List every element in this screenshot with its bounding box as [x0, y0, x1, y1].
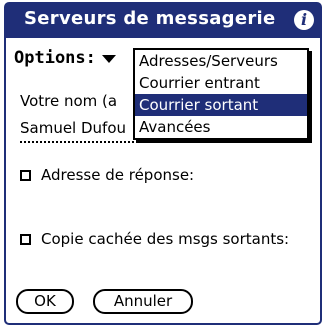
ok-button[interactable]: OK: [16, 289, 74, 314]
options-menu: Adresses/Serveurs Courrier entrant Courr…: [133, 48, 309, 140]
menu-item-adresses-serveurs[interactable]: Adresses/Serveurs: [135, 50, 307, 72]
options-dropdown-trigger[interactable]: Options:: [14, 48, 116, 68]
name-label: Votre nom (a: [20, 92, 118, 110]
cancel-button[interactable]: Annuler: [93, 289, 193, 314]
info-icon[interactable]: i: [294, 10, 314, 30]
menu-item-courrier-entrant[interactable]: Courrier entrant: [135, 72, 307, 94]
menu-item-avancees[interactable]: Avancées: [135, 116, 307, 138]
menu-item-courrier-sortant[interactable]: Courrier sortant: [135, 94, 307, 116]
options-label: Options:: [14, 48, 96, 68]
reply-address-checkbox[interactable]: [20, 169, 31, 181]
dialog-title: Serveurs de messagerie: [24, 8, 276, 29]
dropdown-triangle-icon: [101, 55, 116, 63]
reply-address-label: Adresse de réponse:: [41, 166, 195, 184]
title-bar: Serveurs de messagerie i: [6, 4, 320, 38]
reply-address-row[interactable]: Adresse de réponse:: [20, 166, 194, 184]
name-field[interactable]: Samuel Dufou: [20, 119, 138, 143]
bcc-label: Copie cachée des msgs sortants:: [41, 230, 290, 248]
bcc-checkbox[interactable]: [20, 233, 31, 245]
bcc-row[interactable]: Copie cachée des msgs sortants:: [20, 230, 289, 248]
